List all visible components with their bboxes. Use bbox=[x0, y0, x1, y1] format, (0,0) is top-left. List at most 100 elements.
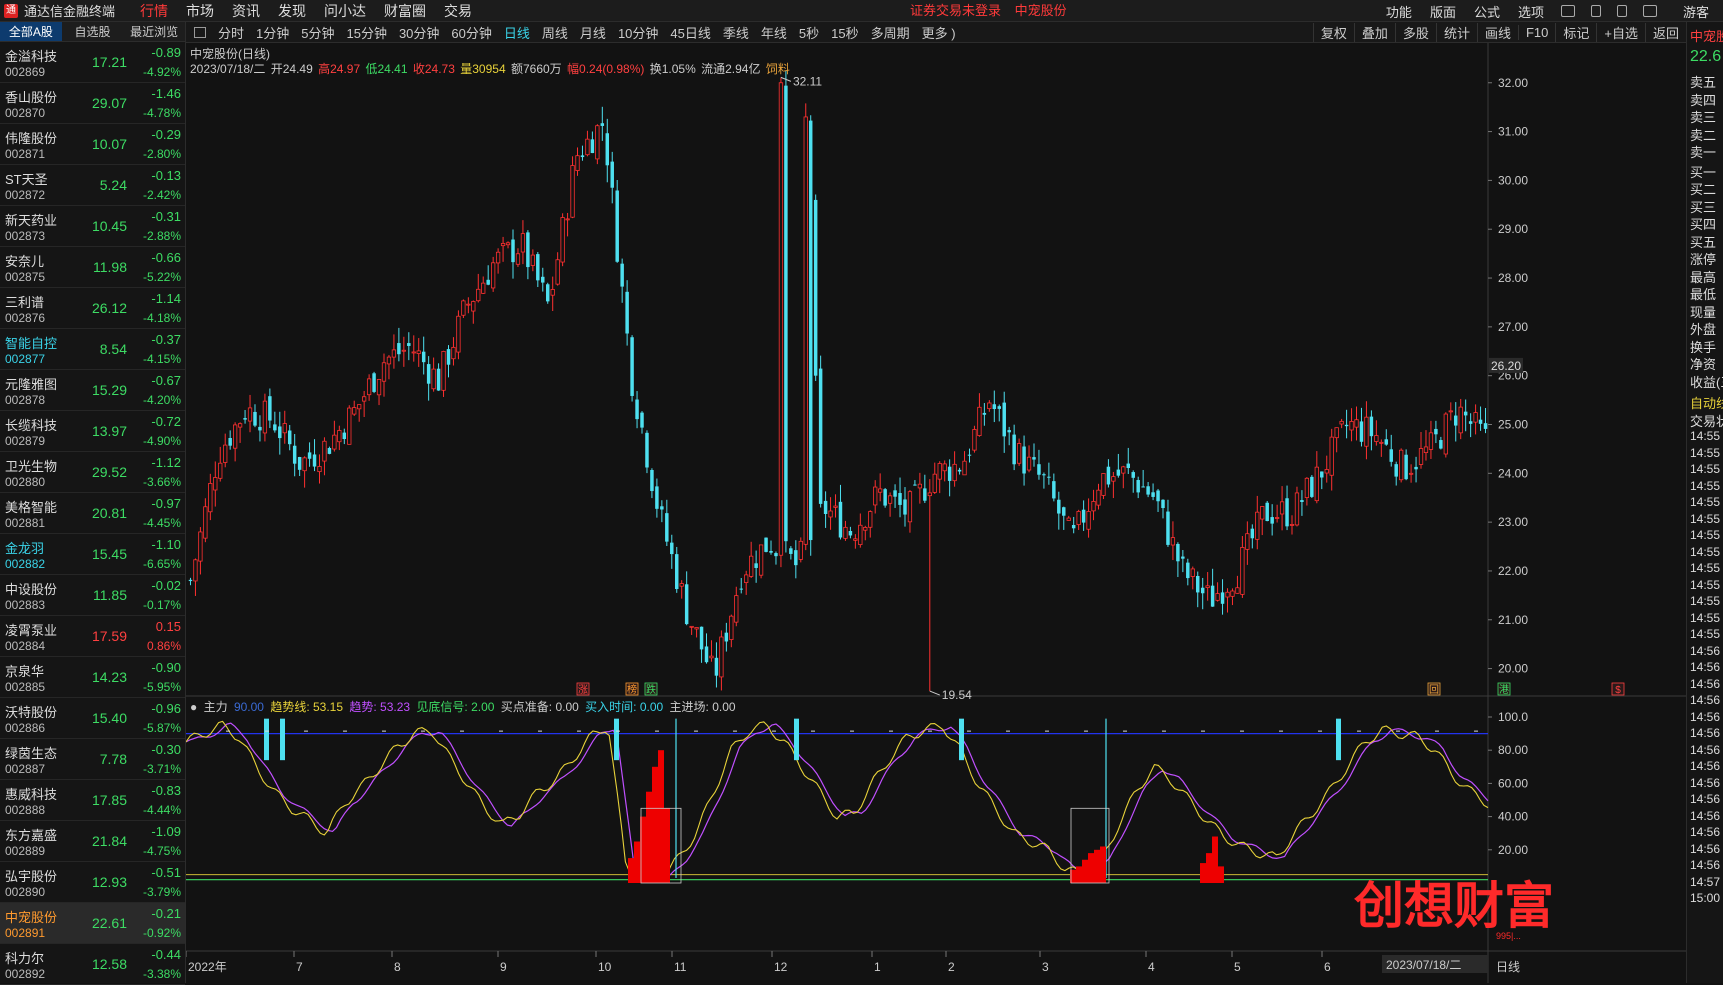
current-stock-link[interactable]: 中宠股份 bbox=[1015, 3, 1067, 18]
stock-row[interactable]: 科力尔 002892 12.58 -0.44 -3.38% bbox=[0, 944, 185, 985]
menu-layout[interactable]: 版面 bbox=[1421, 2, 1465, 21]
tab-all-a-shares[interactable]: 全部A股 bbox=[0, 22, 62, 41]
tool-button-4[interactable]: 画线 bbox=[1476, 23, 1518, 42]
menu-item-0[interactable]: 行情 bbox=[131, 0, 177, 22]
candle-body bbox=[362, 396, 367, 402]
candle-body bbox=[758, 544, 764, 576]
menu-item-6[interactable]: 交易 bbox=[435, 0, 481, 22]
stock-row[interactable]: 惠威科技 002888 17.85 -0.83 -4.44% bbox=[0, 780, 185, 821]
candle-body bbox=[515, 253, 521, 265]
stock-row[interactable]: 香山股份 002870 29.07 -1.46 -4.78% bbox=[0, 83, 185, 124]
menu-item-2[interactable]: 资讯 bbox=[223, 0, 269, 22]
kline-chart[interactable]: 32.0031.0030.0029.0028.0027.0026.0025.00… bbox=[186, 43, 1686, 983]
stock-row[interactable]: 智能自控 002877 8.54 -0.37 -4.15% bbox=[0, 329, 185, 370]
stock-row[interactable]: 沃特股份 002886 15.40 -0.96 -5.87% bbox=[0, 698, 185, 739]
login-status[interactable]: 证券交易未登录 bbox=[910, 3, 1001, 18]
menu-options[interactable]: 选项 bbox=[1509, 2, 1553, 21]
tab-recent[interactable]: 最近浏览 bbox=[123, 22, 185, 41]
stock-row[interactable]: 绿茵生态 002887 7.78 -0.30 -3.71% bbox=[0, 739, 185, 780]
period-tab-13[interactable]: 5秒 bbox=[793, 23, 825, 42]
signal-volume-bar bbox=[652, 766, 658, 883]
period-tab-5[interactable]: 60分钟 bbox=[445, 23, 497, 42]
candle-body bbox=[570, 165, 575, 218]
quote-trade-time: 15:00 bbox=[1690, 891, 1721, 905]
stock-row[interactable]: 三利谱 002876 26.12 -1.14 -4.18% bbox=[0, 288, 185, 329]
period-tab-12[interactable]: 年线 bbox=[755, 23, 793, 42]
stock-change: -0.51 bbox=[151, 865, 181, 880]
stock-row[interactable]: 长缆科技 002879 13.97 -0.72 -4.90% bbox=[0, 411, 185, 452]
lock-icon[interactable] bbox=[1616, 5, 1627, 17]
menu-formula[interactable]: 公式 bbox=[1465, 2, 1509, 21]
stock-row[interactable]: 金溢科技 002869 17.21 -0.89 -4.92% bbox=[0, 42, 185, 83]
period-tab-1[interactable]: 1分钟 bbox=[250, 23, 295, 42]
period-tab-16[interactable]: 更多 ) bbox=[916, 23, 962, 42]
menu-item-1[interactable]: 市场 bbox=[177, 0, 223, 22]
stock-change: -0.67 bbox=[151, 373, 181, 388]
period-tab-10[interactable]: 45日线 bbox=[664, 23, 716, 42]
indicator-dot-icon[interactable]: ● bbox=[190, 700, 197, 714]
stock-row[interactable]: 金龙羽 002882 15.45 -1.10 -6.65% bbox=[0, 534, 185, 575]
stock-row[interactable]: 京泉华 002885 14.23 -0.90 -5.95% bbox=[0, 657, 185, 698]
candle-body bbox=[292, 445, 297, 464]
stock-row[interactable]: 新天药业 002873 10.45 -0.31 -2.88% bbox=[0, 206, 185, 247]
tool-button-1[interactable]: 叠加 bbox=[1353, 23, 1395, 42]
candle-body bbox=[357, 404, 362, 410]
sidebar-toggle-icon[interactable] bbox=[194, 26, 206, 38]
candle-body bbox=[913, 484, 917, 486]
candle-body bbox=[1151, 492, 1155, 497]
period-tab-4[interactable]: 30分钟 bbox=[393, 23, 445, 42]
stock-row[interactable]: 伟隆股份 002871 10.07 -0.29 -2.80% bbox=[0, 124, 185, 165]
period-tab-3[interactable]: 15分钟 bbox=[340, 23, 392, 42]
user-guest[interactable]: 游客 bbox=[1665, 2, 1723, 21]
quote-level-label: 换手 bbox=[1690, 339, 1717, 355]
stock-percent: -4.92% bbox=[142, 65, 181, 79]
time-axis-label: 5 bbox=[1234, 960, 1241, 974]
tool-button-5[interactable]: F10 bbox=[1517, 25, 1555, 40]
period-tab-11[interactable]: 季线 bbox=[717, 23, 755, 42]
stock-row[interactable]: 美格智能 002881 20.81 -0.97 -4.45% bbox=[0, 493, 185, 534]
tool-button-6[interactable]: 标记 bbox=[1555, 23, 1596, 42]
kline-chart-area[interactable]: 32.00 31.00 30.00 29.00 28.00 27.00 26.00 25.00… bbox=[186, 43, 1686, 983]
candle-body bbox=[665, 513, 669, 542]
tool-button-8[interactable]: 返回 bbox=[1644, 23, 1686, 42]
chart-background bbox=[186, 43, 1686, 983]
period-tab-15[interactable]: 多周期 bbox=[865, 23, 916, 42]
time-axis-label: 12 bbox=[774, 960, 788, 974]
menu-item-3[interactable]: 发现 bbox=[269, 0, 315, 22]
period-tab-8[interactable]: 月线 bbox=[574, 23, 612, 42]
stock-code: 002875 bbox=[5, 270, 46, 284]
tool-button-7[interactable]: +自选 bbox=[1596, 23, 1645, 42]
stock-row[interactable]: 元隆雅图 002878 15.29 -0.67 -4.20% bbox=[0, 370, 185, 411]
stock-percent: -3.66% bbox=[142, 475, 181, 489]
stock-row[interactable]: 安奈儿 002875 11.98 -0.66 -5.22% bbox=[0, 247, 185, 288]
tab-watchlist[interactable]: 自选股 bbox=[62, 22, 124, 41]
period-tab-14[interactable]: 15秒 bbox=[825, 23, 864, 42]
menu-item-5[interactable]: 财富圈 bbox=[375, 0, 435, 22]
phone-icon[interactable] bbox=[1590, 5, 1601, 17]
stock-row[interactable]: 东方嘉盛 002889 21.84 -1.09 -4.75% bbox=[0, 821, 185, 862]
ohlc-change: 幅0.24(0.98%) bbox=[567, 62, 645, 76]
period-tab-6[interactable]: 日线 bbox=[498, 23, 536, 42]
period-tab-7[interactable]: 周线 bbox=[536, 23, 574, 42]
stock-row[interactable]: 卫光生物 002880 29.52 -1.12 -3.66% bbox=[0, 452, 185, 493]
stock-row[interactable]: 中设股份 002883 11.85 -0.02 -0.17% bbox=[0, 575, 185, 616]
tool-button-0[interactable]: 复权 bbox=[1312, 23, 1354, 42]
ohlc-industry[interactable]: 饲料 bbox=[766, 62, 790, 76]
window-icon[interactable] bbox=[1642, 5, 1657, 17]
stock-name: 香山股份 bbox=[5, 90, 58, 105]
candle-body bbox=[407, 343, 411, 346]
tool-button-3[interactable]: 统计 bbox=[1435, 23, 1477, 42]
menu-function[interactable]: 功能 bbox=[1377, 2, 1421, 21]
period-tab-2[interactable]: 5分钟 bbox=[295, 23, 340, 42]
chat-icon[interactable] bbox=[1560, 5, 1575, 17]
stock-row[interactable]: 凌霄泵业 002884 17.59 0.15 0.86% bbox=[0, 616, 185, 657]
menu-item-4[interactable]: 问小达 bbox=[315, 0, 375, 22]
stock-row[interactable]: ST天圣 002872 5.24 -0.13 -2.42% bbox=[0, 165, 185, 206]
indicator-name[interactable]: 主力 bbox=[204, 700, 228, 714]
low-label: 19.54 bbox=[942, 688, 972, 702]
tool-button-2[interactable]: 多股 bbox=[1394, 23, 1436, 42]
period-tab-9[interactable]: 10分钟 bbox=[612, 23, 664, 42]
stock-row[interactable]: 弘宇股份 002890 12.93 -0.51 -3.79% bbox=[0, 862, 185, 903]
period-tab-0[interactable]: 分时 bbox=[212, 23, 250, 42]
stock-row[interactable]: 中宠股份 002891 22.61 -0.21 -0.92% bbox=[0, 903, 185, 944]
